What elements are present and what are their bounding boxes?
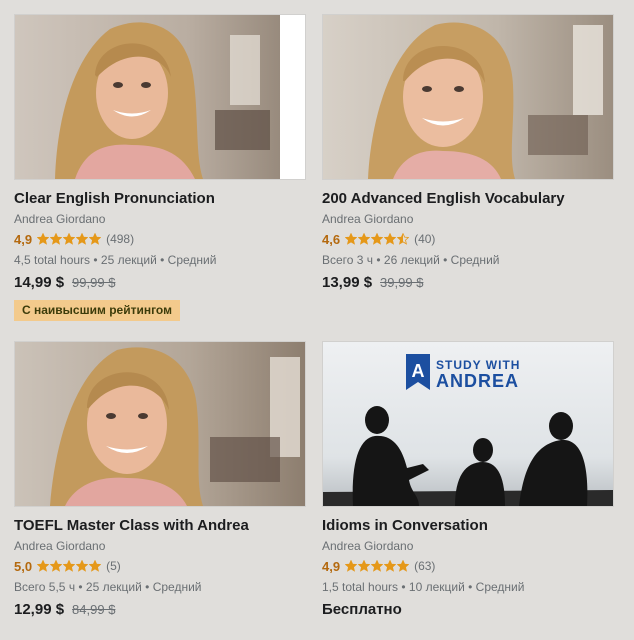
course-meta: 1,5 total hours • 10 лекций • Средний (322, 580, 525, 594)
original-price: 39,99 $ (380, 275, 424, 290)
price-row: 13,99 $ 39,99 $ (322, 274, 614, 291)
course-card-idioms-in-conversation[interactable]: A STUDY WITH ANDREA Idioms in Conversati… (322, 341, 614, 618)
svg-text:STUDY WITH: STUDY WITH (436, 358, 520, 372)
review-count: (63) (414, 559, 436, 573)
star-rating (37, 560, 102, 572)
star-full-icon (50, 233, 63, 245)
course-title[interactable]: Idioms in Conversation (322, 516, 614, 536)
star-full-icon (358, 233, 371, 245)
star-full-icon (37, 560, 50, 572)
star-rating (345, 560, 410, 572)
course-author: Andrea Giordano (322, 539, 414, 553)
review-count: (40) (414, 232, 436, 246)
course-author: Andrea Giordano (14, 539, 106, 553)
course-card-200-advanced-english-vocabulary[interactable]: 200 Advanced English Vocabulary Andrea G… (322, 14, 614, 291)
star-full-icon (76, 233, 89, 245)
star-rating (345, 233, 410, 245)
course-card-toefl-master-class[interactable]: TOEFL Master Class with Andrea Andrea Gi… (14, 341, 306, 618)
rating-value: 4,9 (14, 231, 33, 247)
course-card-clear-english-pronunciation[interactable]: Clear English Pronunciation Andrea Giord… (14, 14, 306, 321)
star-full-icon (76, 560, 89, 572)
current-price: 13,99 $ (322, 274, 373, 291)
free-price: Бесплатно (322, 601, 402, 618)
course-thumbnail[interactable] (322, 14, 614, 180)
course-meta: Всего 5,5 ч • 25 лекций • Средний (14, 580, 202, 594)
highest-rated-badge: С наивысшим рейтингом (14, 300, 180, 321)
star-full-icon (50, 560, 63, 572)
price-row: Бесплатно (322, 601, 614, 618)
star-half-icon (397, 233, 410, 245)
course-thumbnail[interactable] (14, 341, 306, 507)
star-full-icon (371, 560, 384, 572)
review-count: (498) (106, 232, 135, 246)
star-full-icon (345, 233, 358, 245)
price-row: 12,99 $ 84,99 $ (14, 601, 306, 618)
star-full-icon (89, 233, 102, 245)
rating-value: 5,0 (14, 558, 33, 574)
course-meta: 4,5 total hours • 25 лекций • Средний (14, 253, 217, 267)
star-full-icon (89, 560, 102, 572)
rating-value: 4,9 (322, 558, 341, 574)
course-author: Andrea Giordano (322, 212, 414, 226)
study-with-andrea-image: A STUDY WITH ANDREA (323, 342, 613, 506)
original-price: 84,99 $ (72, 602, 116, 617)
svg-text:A: A (412, 361, 425, 381)
current-price: 14,99 $ (14, 274, 65, 291)
course-title[interactable]: Clear English Pronunciation (14, 189, 306, 209)
star-full-icon (345, 560, 358, 572)
star-full-icon (63, 560, 76, 572)
course-thumbnail[interactable] (14, 14, 306, 180)
rating-value: 4,6 (322, 231, 341, 247)
star-full-icon (384, 560, 397, 572)
course-author: Andrea Giordano (14, 212, 106, 226)
star-full-icon (371, 233, 384, 245)
star-full-icon (358, 560, 371, 572)
star-full-icon (397, 560, 410, 572)
course-thumbnail[interactable]: A STUDY WITH ANDREA (322, 341, 614, 507)
portrait-image (15, 342, 305, 506)
review-count: (5) (106, 559, 121, 573)
star-full-icon (63, 233, 76, 245)
star-full-icon (384, 233, 397, 245)
star-rating (37, 233, 102, 245)
rating-row: 5,0 (5) (14, 557, 306, 575)
course-meta: Всего 3 ч • 26 лекций • Средний (322, 253, 500, 267)
current-price: 12,99 $ (14, 601, 65, 618)
portrait-image (323, 15, 613, 179)
star-full-icon (37, 233, 50, 245)
course-title[interactable]: 200 Advanced English Vocabulary (322, 189, 614, 209)
portrait-image (15, 15, 305, 179)
course-title[interactable]: TOEFL Master Class with Andrea (14, 516, 306, 536)
rating-row: 4,9 (498) (14, 230, 306, 248)
price-row: 14,99 $ 99,99 $ (14, 274, 306, 291)
original-price: 99,99 $ (72, 275, 116, 290)
rating-row: 4,9 (63) (322, 557, 614, 575)
svg-text:ANDREA: ANDREA (436, 371, 519, 391)
rating-row: 4,6 (40) (322, 230, 614, 248)
